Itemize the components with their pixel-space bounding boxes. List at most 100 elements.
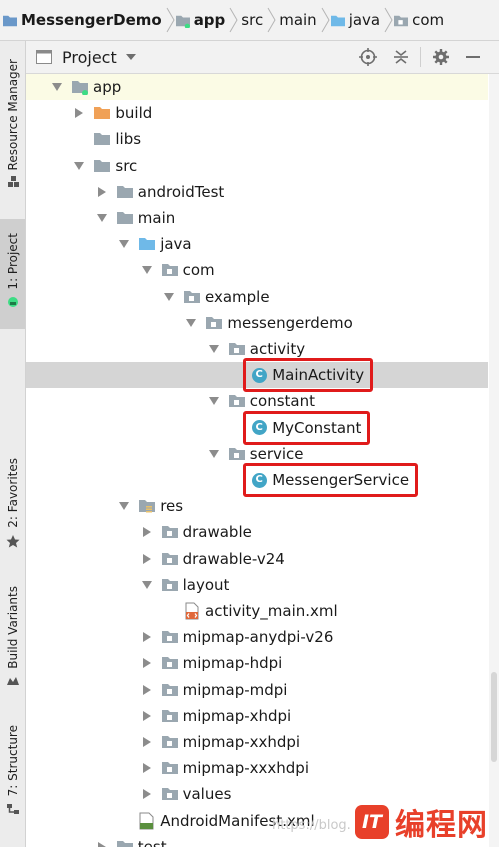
chevron-down-icon[interactable] bbox=[117, 237, 131, 251]
tree-row[interactable]: example bbox=[26, 284, 488, 310]
favorites-tab[interactable]: 2: Favorites bbox=[0, 458, 25, 548]
breadcrumb-item[interactable]: java bbox=[330, 0, 384, 40]
package-icon bbox=[161, 654, 179, 672]
arrow-spacer bbox=[229, 421, 243, 435]
tree-row[interactable]: layout bbox=[26, 572, 488, 598]
tree-row[interactable]: messengerdemo bbox=[26, 310, 488, 336]
chevron-down-icon[interactable] bbox=[50, 80, 64, 94]
tree-row-label: service bbox=[249, 444, 304, 463]
package-icon bbox=[161, 759, 179, 777]
tree-row-label: com bbox=[182, 261, 215, 280]
tree-row[interactable]: mipmap-xhdpi bbox=[26, 703, 488, 729]
folder-icon bbox=[116, 183, 134, 201]
tree-row-label: mipmap-mdpi bbox=[182, 680, 288, 699]
tree-row[interactable]: C MainActivity bbox=[26, 362, 488, 389]
breadcrumb-item[interactable]: app bbox=[175, 0, 230, 40]
chevron-down-icon[interactable] bbox=[117, 499, 131, 513]
breadcrumb-item[interactable]: main bbox=[276, 0, 320, 40]
tree-row[interactable]: service bbox=[26, 441, 488, 467]
tree-row[interactable]: mipmap-xxxhdpi bbox=[26, 755, 488, 781]
class-icon: C bbox=[250, 366, 268, 384]
project-tab[interactable]: 1: Project bbox=[0, 219, 25, 329]
gear-icon[interactable] bbox=[430, 46, 452, 68]
breadcrumb-separator bbox=[267, 6, 276, 34]
tree-row[interactable]: drawable-v24 bbox=[26, 546, 488, 572]
chevron-right-icon[interactable] bbox=[140, 787, 154, 801]
tree-row[interactable]: build bbox=[26, 100, 488, 126]
chevron-down-icon[interactable] bbox=[125, 53, 137, 61]
hide-panel-icon[interactable] bbox=[462, 46, 484, 68]
tree-row[interactable]: activity_main.xml bbox=[26, 598, 488, 624]
project-tree: app build libs src androidTest main java com exa… bbox=[26, 74, 488, 847]
class-icon: C bbox=[250, 471, 268, 489]
breadcrumb-separator bbox=[321, 6, 330, 34]
tree-row[interactable]: C MessengerService bbox=[26, 467, 488, 493]
package-icon bbox=[161, 681, 179, 699]
tree-row[interactable]: src bbox=[26, 153, 488, 179]
tree-row[interactable]: mipmap-hdpi bbox=[26, 650, 488, 676]
build-variants-icon bbox=[6, 676, 19, 685]
chevron-right-icon[interactable] bbox=[140, 709, 154, 723]
chevron-right-icon[interactable] bbox=[140, 735, 154, 749]
chevron-down-icon[interactable] bbox=[140, 263, 154, 277]
chevron-down-icon[interactable] bbox=[207, 342, 221, 356]
tree-row[interactable]: mipmap-anydpi-v26 bbox=[26, 624, 488, 650]
package-icon bbox=[161, 523, 179, 541]
build-variants-tab[interactable]: Build Variants bbox=[0, 586, 25, 687]
chevron-down-icon[interactable] bbox=[72, 159, 86, 173]
tree-row[interactable]: java bbox=[26, 231, 488, 257]
panel-title[interactable]: Project bbox=[62, 48, 117, 67]
chevron-right-icon[interactable] bbox=[140, 683, 154, 697]
tree-row-label: androidTest bbox=[137, 182, 225, 201]
tree-row[interactable]: constant bbox=[26, 388, 488, 414]
package-icon bbox=[161, 550, 179, 568]
tree-row-label: MainActivity bbox=[272, 366, 365, 385]
tree-row[interactable]: androidTest bbox=[26, 179, 488, 205]
tree-row[interactable]: mipmap-mdpi bbox=[26, 677, 488, 703]
breadcrumb-item[interactable]: src bbox=[238, 0, 267, 40]
chevron-down-icon[interactable] bbox=[162, 290, 176, 304]
chevron-right-icon[interactable] bbox=[72, 106, 86, 120]
breadcrumb-item[interactable]: com bbox=[393, 0, 448, 40]
tree-row[interactable]: libs bbox=[26, 126, 488, 152]
chevron-down-icon[interactable] bbox=[140, 578, 154, 592]
scrollbar-thumb[interactable] bbox=[491, 672, 497, 762]
project-view-icon bbox=[36, 50, 52, 64]
chevron-down-icon[interactable] bbox=[184, 316, 198, 330]
chevron-right-icon[interactable] bbox=[140, 552, 154, 566]
watermark-badge: IT bbox=[355, 805, 389, 839]
tree-row[interactable]: com bbox=[26, 257, 488, 283]
structure-tab[interactable]: 7: Structure bbox=[0, 725, 25, 816]
collapse-all-icon[interactable] bbox=[390, 46, 412, 68]
chevron-right-icon[interactable] bbox=[140, 630, 154, 644]
tree-row[interactable]: mipmap-xxhdpi bbox=[26, 729, 488, 755]
project-tab-label: 1: Project bbox=[5, 233, 20, 290]
resource-manager-tab[interactable]: Resource Manager bbox=[0, 59, 25, 189]
breadcrumb-separator bbox=[384, 6, 393, 34]
tree-row-label: values bbox=[182, 785, 232, 804]
tree-row[interactable]: drawable bbox=[26, 519, 488, 545]
structure-icon bbox=[6, 804, 19, 815]
chevron-down-icon[interactable] bbox=[207, 447, 221, 461]
project-panel-header: Project bbox=[26, 41, 499, 74]
tree-row-label: libs bbox=[115, 130, 142, 149]
tree-row[interactable]: C MyConstant bbox=[26, 415, 488, 441]
chevron-right-icon[interactable] bbox=[140, 656, 154, 670]
tree-row-label: mipmap-xxxhdpi bbox=[182, 759, 309, 778]
chevron-down-icon[interactable] bbox=[207, 394, 221, 408]
breadcrumb-item[interactable]: MessengerDemo bbox=[0, 0, 166, 40]
chevron-right-icon[interactable] bbox=[95, 840, 109, 847]
breadcrumb-label: main bbox=[279, 11, 317, 29]
tree-row[interactable]: activity bbox=[26, 336, 488, 362]
vertical-scrollbar[interactable] bbox=[489, 74, 499, 847]
locate-icon[interactable] bbox=[357, 46, 379, 68]
chevron-right-icon[interactable] bbox=[140, 525, 154, 539]
chevron-down-icon[interactable] bbox=[95, 211, 109, 225]
arrow-spacer bbox=[229, 473, 243, 487]
tree-row[interactable]: app bbox=[26, 74, 488, 100]
tree-row[interactable]: main bbox=[26, 205, 488, 231]
chevron-right-icon[interactable] bbox=[95, 185, 109, 199]
tree-row[interactable]: res bbox=[26, 493, 488, 519]
chevron-right-icon[interactable] bbox=[140, 761, 154, 775]
structure-label: 7: Structure bbox=[5, 725, 20, 797]
